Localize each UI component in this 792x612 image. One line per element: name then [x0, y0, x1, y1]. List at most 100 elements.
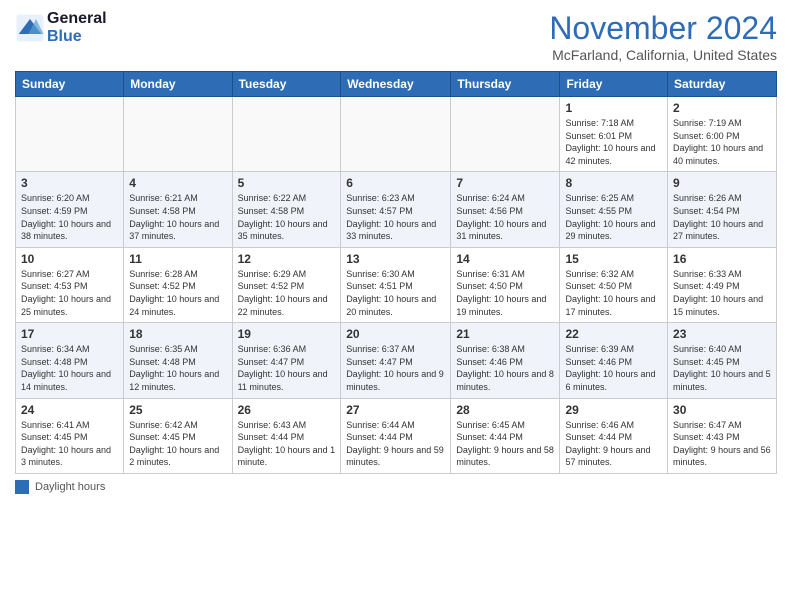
- day-number: 4: [129, 176, 226, 190]
- day-info: Sunrise: 6:44 AM Sunset: 4:44 PM Dayligh…: [346, 419, 445, 469]
- day-info: Sunrise: 6:37 AM Sunset: 4:47 PM Dayligh…: [346, 343, 445, 393]
- day-number: 5: [238, 176, 336, 190]
- calendar-day-cell: 30 Sunrise: 6:47 AM Sunset: 4:43 PM Dayli…: [668, 398, 777, 473]
- calendar-day-cell: 29Sunrise: 6:46 AM Sunset: 4:44 PM Dayli…: [560, 398, 668, 473]
- day-info: Sunrise: 6:22 AM Sunset: 4:58 PM Dayligh…: [238, 192, 336, 242]
- col-tuesday: Tuesday: [232, 72, 341, 97]
- calendar-week-row: 17 Sunrise: 6:34 AM Sunset: 4:48 PM Dayli…: [16, 323, 777, 398]
- day-info: Sunrise: 6:24 AM Sunset: 4:56 PM Dayligh…: [456, 192, 554, 242]
- day-number: 9: [673, 176, 771, 190]
- day-number: 24: [21, 403, 118, 417]
- calendar-table: Sunday Monday Tuesday Wednesday Thursday…: [15, 71, 777, 474]
- calendar-day-cell: 28 Sunrise: 6:45 AM Sunset: 4:44 PM Dayli…: [451, 398, 560, 473]
- day-info: Sunrise: 6:30 AM Sunset: 4:51 PM Dayligh…: [346, 268, 445, 318]
- calendar-week-row: 24Sunrise: 6:41 AM Sunset: 4:45 PM Dayli…: [16, 398, 777, 473]
- logo-text: General Blue: [47, 10, 107, 46]
- day-number: 27: [346, 403, 445, 417]
- logo-icon: [15, 13, 45, 43]
- calendar-day-cell: 4 Sunrise: 6:21 AM Sunset: 4:58 PM Daylig…: [124, 172, 232, 247]
- day-info: Sunrise: 6:42 AM Sunset: 4:45 PM Dayligh…: [129, 419, 226, 469]
- day-info: Sunrise: 6:35 AM Sunset: 4:48 PM Dayligh…: [129, 343, 226, 393]
- day-info: Sunrise: 6:47 AM Sunset: 4:43 PM Dayligh…: [673, 419, 771, 469]
- title-section: November 2024 McFarland, California, Uni…: [549, 10, 777, 63]
- calendar-day-cell: 22 Sunrise: 6:39 AM Sunset: 4:46 PM Dayli…: [560, 323, 668, 398]
- calendar-day-cell: 17 Sunrise: 6:34 AM Sunset: 4:48 PM Dayli…: [16, 323, 124, 398]
- day-number: 3: [21, 176, 118, 190]
- calendar-day-cell: 1Sunrise: 7:18 AM Sunset: 6:01 PM Daylig…: [560, 97, 668, 172]
- calendar-day-cell: 7 Sunrise: 6:24 AM Sunset: 4:56 PM Daylig…: [451, 172, 560, 247]
- day-number: 15: [565, 252, 662, 266]
- day-info: Sunrise: 6:21 AM Sunset: 4:58 PM Dayligh…: [129, 192, 226, 242]
- calendar-day-cell: 21Sunrise: 6:38 AM Sunset: 4:46 PM Dayli…: [451, 323, 560, 398]
- day-info: Sunrise: 6:25 AM Sunset: 4:55 PM Dayligh…: [565, 192, 662, 242]
- calendar-day-cell: [341, 97, 451, 172]
- location: McFarland, California, United States: [549, 47, 777, 63]
- day-info: Sunrise: 6:39 AM Sunset: 4:46 PM Dayligh…: [565, 343, 662, 393]
- calendar-day-cell: [451, 97, 560, 172]
- page-header: General Blue November 2024 McFarland, Ca…: [15, 10, 777, 63]
- day-info: Sunrise: 6:45 AM Sunset: 4:44 PM Dayligh…: [456, 419, 554, 469]
- calendar-day-cell: 25 Sunrise: 6:42 AM Sunset: 4:45 PM Dayli…: [124, 398, 232, 473]
- day-number: 28: [456, 403, 554, 417]
- calendar-day-cell: 6Sunrise: 6:23 AM Sunset: 4:57 PM Daylig…: [341, 172, 451, 247]
- calendar-week-row: 3Sunrise: 6:20 AM Sunset: 4:59 PM Daylig…: [16, 172, 777, 247]
- calendar-day-cell: 9 Sunrise: 6:26 AM Sunset: 4:54 PM Daylig…: [668, 172, 777, 247]
- day-info: Sunrise: 7:19 AM Sunset: 6:00 PM Dayligh…: [673, 117, 771, 167]
- day-number: 14: [456, 252, 554, 266]
- day-info: Sunrise: 6:29 AM Sunset: 4:52 PM Dayligh…: [238, 268, 336, 318]
- calendar-day-cell: 27 Sunrise: 6:44 AM Sunset: 4:44 PM Dayli…: [341, 398, 451, 473]
- calendar-day-cell: 8 Sunrise: 6:25 AM Sunset: 4:55 PM Daylig…: [560, 172, 668, 247]
- day-info: Sunrise: 6:34 AM Sunset: 4:48 PM Dayligh…: [21, 343, 118, 393]
- day-info: Sunrise: 6:40 AM Sunset: 4:45 PM Dayligh…: [673, 343, 771, 393]
- day-number: 25: [129, 403, 226, 417]
- day-number: 7: [456, 176, 554, 190]
- calendar-day-cell: 19 Sunrise: 6:36 AM Sunset: 4:47 PM Dayli…: [232, 323, 341, 398]
- day-info: Sunrise: 6:26 AM Sunset: 4:54 PM Dayligh…: [673, 192, 771, 242]
- day-number: 20: [346, 327, 445, 341]
- day-info: Sunrise: 6:32 AM Sunset: 4:50 PM Dayligh…: [565, 268, 662, 318]
- month-title: November 2024: [549, 10, 777, 47]
- calendar-day-cell: 15 Sunrise: 6:32 AM Sunset: 4:50 PM Dayli…: [560, 247, 668, 322]
- day-info: Sunrise: 6:31 AM Sunset: 4:50 PM Dayligh…: [456, 268, 554, 318]
- day-number: 18: [129, 327, 226, 341]
- calendar-day-cell: 12 Sunrise: 6:29 AM Sunset: 4:52 PM Dayli…: [232, 247, 341, 322]
- day-number: 23: [673, 327, 771, 341]
- calendar-day-cell: 2 Sunrise: 7:19 AM Sunset: 6:00 PM Daylig…: [668, 97, 777, 172]
- day-info: Sunrise: 6:38 AM Sunset: 4:46 PM Dayligh…: [456, 343, 554, 393]
- day-number: 30: [673, 403, 771, 417]
- calendar-day-cell: 26Sunrise: 6:43 AM Sunset: 4:44 PM Dayli…: [232, 398, 341, 473]
- day-info: Sunrise: 6:27 AM Sunset: 4:53 PM Dayligh…: [21, 268, 118, 318]
- calendar-day-cell: 13 Sunrise: 6:30 AM Sunset: 4:51 PM Dayli…: [341, 247, 451, 322]
- col-thursday: Thursday: [451, 72, 560, 97]
- day-number: 6: [346, 176, 445, 190]
- col-wednesday: Wednesday: [341, 72, 451, 97]
- calendar-day-cell: 23 Sunrise: 6:40 AM Sunset: 4:45 PM Dayli…: [668, 323, 777, 398]
- day-info: Sunrise: 6:33 AM Sunset: 4:49 PM Dayligh…: [673, 268, 771, 318]
- calendar-day-cell: 10 Sunrise: 6:27 AM Sunset: 4:53 PM Dayli…: [16, 247, 124, 322]
- col-monday: Monday: [124, 72, 232, 97]
- day-number: 10: [21, 252, 118, 266]
- legend: Daylight hours: [15, 480, 777, 494]
- calendar-day-cell: [124, 97, 232, 172]
- day-info: Sunrise: 6:46 AM Sunset: 4:44 PM Dayligh…: [565, 419, 662, 469]
- col-saturday: Saturday: [668, 72, 777, 97]
- day-info: Sunrise: 6:36 AM Sunset: 4:47 PM Dayligh…: [238, 343, 336, 393]
- day-number: 13: [346, 252, 445, 266]
- day-number: 17: [21, 327, 118, 341]
- calendar-day-cell: 5 Sunrise: 6:22 AM Sunset: 4:58 PM Daylig…: [232, 172, 341, 247]
- calendar-day-cell: [16, 97, 124, 172]
- day-number: 11: [129, 252, 226, 266]
- day-number: 12: [238, 252, 336, 266]
- day-number: 19: [238, 327, 336, 341]
- day-number: 22: [565, 327, 662, 341]
- calendar-header-row: Sunday Monday Tuesday Wednesday Thursday…: [16, 72, 777, 97]
- calendar-week-row: 1Sunrise: 7:18 AM Sunset: 6:01 PM Daylig…: [16, 97, 777, 172]
- day-info: Sunrise: 6:28 AM Sunset: 4:52 PM Dayligh…: [129, 268, 226, 318]
- calendar-day-cell: 20 Sunrise: 6:37 AM Sunset: 4:47 PM Dayli…: [341, 323, 451, 398]
- calendar-day-cell: [232, 97, 341, 172]
- day-number: 8: [565, 176, 662, 190]
- calendar-day-cell: 3Sunrise: 6:20 AM Sunset: 4:59 PM Daylig…: [16, 172, 124, 247]
- day-number: 2: [673, 101, 771, 115]
- calendar-week-row: 10 Sunrise: 6:27 AM Sunset: 4:53 PM Dayli…: [16, 247, 777, 322]
- day-info: Sunrise: 6:43 AM Sunset: 4:44 PM Dayligh…: [238, 419, 336, 469]
